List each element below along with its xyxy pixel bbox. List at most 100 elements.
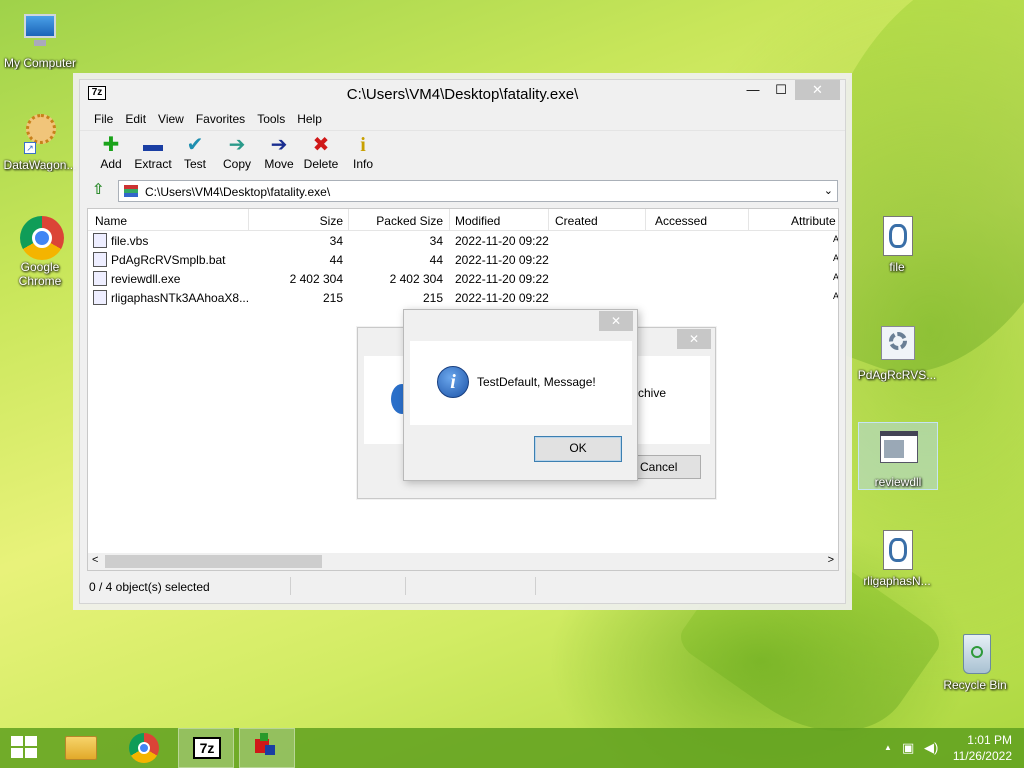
column-name[interactable]: Name — [95, 214, 127, 228]
column-divider[interactable] — [449, 209, 450, 231]
start-button[interactable] — [0, 728, 52, 768]
file-packed-size: 44 — [429, 253, 443, 267]
background-dialog-close-button[interactable]: ✕ — [677, 329, 711, 349]
desktop-icon-label: Recycle Bin — [943, 678, 1007, 692]
column-divider[interactable] — [248, 209, 249, 231]
menu-tools[interactable]: Tools — [251, 108, 291, 130]
running-app-taskbar-button[interactable] — [239, 728, 295, 768]
file-modified: 2022-11-20 09:22 — [455, 272, 549, 286]
menu-view[interactable]: View — [152, 108, 190, 130]
scroll-right-icon[interactable]: > — [828, 554, 834, 566]
column-divider[interactable] — [548, 209, 549, 231]
batch-icon — [875, 322, 919, 366]
column-created[interactable]: Created — [555, 214, 598, 228]
test-button[interactable]: ✔ Test — [174, 131, 216, 178]
title-bar[interactable]: 7z C:\Users\VM4\Desktop\fatality.exe\ — … — [80, 80, 845, 108]
app-cube-icon-part — [265, 745, 275, 755]
desktop-icon-datawagon[interactable]: ↗ DataWagon... — [0, 112, 80, 172]
add-label: Add — [100, 157, 122, 171]
menu-edit[interactable]: Edit — [119, 108, 152, 130]
file-packed-size: 34 — [429, 234, 443, 248]
desktop-icon-label: My Computer — [3, 56, 77, 70]
chrome-taskbar-button[interactable] — [118, 728, 170, 768]
add-button[interactable]: ✚ Add — [90, 131, 132, 178]
info-button[interactable]: i Info — [342, 131, 384, 178]
7zip-taskbar-button[interactable]: 7z — [178, 728, 234, 768]
bat-file-icon — [93, 252, 107, 267]
horizontal-scrollbar[interactable]: < > — [88, 553, 838, 570]
add-icon: ✚ — [102, 134, 120, 156]
desktop-icon-label: Google Chrome — [18, 260, 62, 288]
clock[interactable]: 1:01 PM 11/26/2022 — [953, 732, 1012, 764]
menu-favorites[interactable]: Favorites — [190, 108, 251, 130]
exe-icon — [876, 429, 920, 473]
menu-help[interactable]: Help — [291, 108, 328, 130]
desktop-icon-rligaphas[interactable]: rligaphasN... — [857, 528, 937, 588]
desktop-icon-reviewdll[interactable]: reviewdll — [858, 422, 938, 490]
file-attribute: A — [833, 272, 839, 282]
address-bar: ⇧ C:\Users\VM4\Desktop\fatality.exe\ ⌄ — [80, 178, 845, 202]
desktop-icon-label: DataWagon... — [3, 158, 77, 172]
table-row[interactable]: file.vbs 34 34 2022-11-20 09:22 A — [88, 231, 838, 250]
status-text: 0 / 4 object(s) selected — [89, 580, 210, 594]
maximize-button[interactable]: ☐ — [768, 80, 794, 100]
extract-label: Extract — [134, 157, 172, 171]
delete-button[interactable]: ✖ Delete — [300, 131, 342, 178]
desktop-icon-file[interactable]: file — [857, 214, 937, 274]
message-dialog-close-button[interactable]: ✕ — [599, 311, 633, 331]
message-text: TestDefault, Message! — [477, 375, 596, 389]
desktop-icon-pdagrcrvs[interactable]: PdAgRcRVS... — [857, 322, 937, 382]
file-explorer-button[interactable] — [55, 728, 107, 768]
file-attribute: A — [833, 234, 839, 244]
copy-button[interactable]: ➔ Copy — [216, 131, 258, 178]
desktop-icon-my-computer[interactable]: My Computer — [0, 10, 80, 70]
table-row[interactable]: rligaphasNTk3AAhoaX8... 215 215 2022-11-… — [88, 288, 838, 307]
table-row[interactable]: reviewdll.exe 2 402 304 2 402 304 2022-1… — [88, 269, 838, 288]
computer-icon — [18, 10, 62, 54]
file-size: 44 — [329, 253, 343, 267]
app-cube-icon-part — [260, 733, 268, 741]
close-button[interactable]: ✕ — [795, 80, 840, 100]
ok-button[interactable]: OK — [534, 436, 622, 462]
windows-logo-icon — [11, 736, 39, 760]
cancel-button[interactable]: Cancel — [635, 455, 701, 479]
column-divider[interactable] — [348, 209, 349, 231]
scroll-left-icon[interactable]: < — [92, 554, 98, 566]
desktop-icon-recycle-bin[interactable]: Recycle Bin — [935, 632, 1015, 692]
file-name: reviewdll.exe — [111, 272, 181, 286]
tray-expand-icon[interactable]: ▲ — [884, 743, 892, 752]
network-icon[interactable]: ▣ — [902, 740, 914, 756]
archive-icon — [124, 185, 138, 197]
folder-icon — [65, 736, 97, 760]
column-attributes[interactable]: Attribute — [791, 214, 836, 228]
extract-button[interactable]: ▬ Extract — [132, 131, 174, 178]
desktop-icon-google-chrome[interactable]: Google Chrome — [0, 214, 80, 288]
volume-icon[interactable]: ◀) — [924, 740, 938, 756]
vbs-file-icon — [93, 233, 107, 248]
file-attribute: A — [833, 253, 839, 263]
minimize-button[interactable]: — — [740, 80, 766, 100]
column-modified[interactable]: Modified — [455, 214, 500, 228]
chrome-center — [138, 742, 150, 754]
move-button[interactable]: ➔ Move — [258, 131, 300, 178]
move-icon: ➔ — [270, 134, 288, 156]
copy-label: Copy — [222, 157, 251, 171]
chevron-down-icon[interactable]: ⌄ — [824, 184, 833, 197]
status-bar: 0 / 4 object(s) selected — [80, 575, 845, 597]
address-input[interactable]: C:\Users\VM4\Desktop\fatality.exe\ ⌄ — [118, 180, 838, 202]
clock-date: 11/26/2022 — [952, 749, 1012, 763]
column-divider[interactable] — [645, 209, 646, 231]
recycle-bin-icon — [953, 632, 997, 676]
status-divider — [290, 577, 291, 595]
scroll-thumb[interactable] — [105, 555, 322, 568]
up-folder-icon[interactable]: ⇧ — [92, 182, 108, 198]
file-name: PdAgRcRVSmplb.bat — [111, 253, 226, 267]
file-name: rligaphasNTk3AAhoaX8... — [111, 291, 250, 305]
column-size[interactable]: Size — [298, 214, 343, 228]
menu-file[interactable]: File — [88, 108, 119, 130]
column-accessed[interactable]: Accessed — [655, 214, 707, 228]
status-divider — [405, 577, 406, 595]
table-row[interactable]: PdAgRcRVSmplb.bat 44 44 2022-11-20 09:22… — [88, 250, 838, 269]
column-packed-size[interactable]: Packed Size — [358, 214, 443, 228]
column-divider[interactable] — [748, 209, 749, 231]
